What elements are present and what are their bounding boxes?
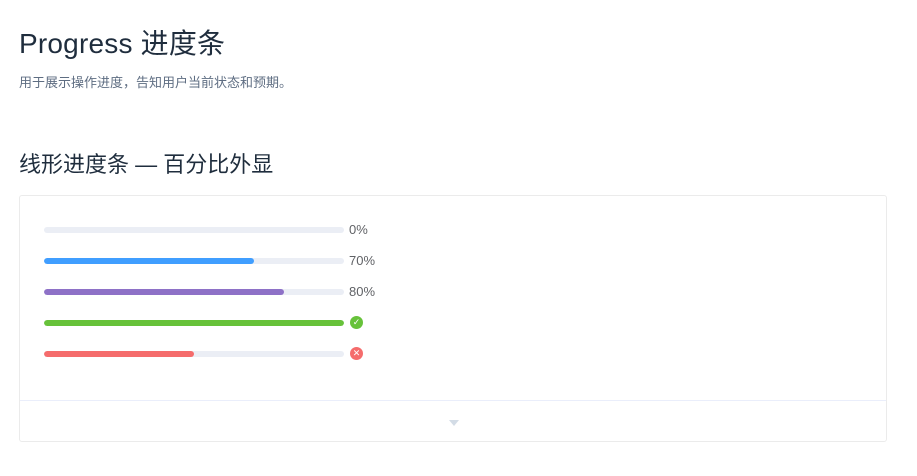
progress-bar-success: ✓ xyxy=(44,316,444,330)
progress-fill xyxy=(44,289,284,295)
demo-source: 0% 70% 80% ✓ ✕ xyxy=(20,196,886,400)
progress-fill xyxy=(44,320,344,326)
progress-track xyxy=(44,227,344,233)
check-circle-icon: ✓ xyxy=(350,316,363,329)
progress-track xyxy=(44,289,344,295)
section-title: 线形进度条 — 百分比外显 xyxy=(19,152,274,177)
progress-percent-label: 0% xyxy=(349,222,368,237)
progress-track xyxy=(44,351,344,357)
demo-expand-toggle[interactable] xyxy=(20,400,886,442)
demo-block: 0% 70% 80% ✓ ✕ xyxy=(19,195,887,442)
progress-track xyxy=(44,258,344,264)
progress-fill xyxy=(44,351,194,357)
progress-track xyxy=(44,320,344,326)
progress-percent-label: 70% xyxy=(349,253,376,268)
page-subtitle: 用于展示操作进度，告知用户当前状态和预期。 xyxy=(19,75,293,90)
progress-percent-label: 80% xyxy=(349,284,376,299)
progress-bar-exception: ✕ xyxy=(44,347,444,361)
progress-bar-0: 0% xyxy=(44,222,444,237)
page-title: Progress 进度条 xyxy=(19,28,226,59)
progress-fill xyxy=(44,258,254,264)
page: Progress 进度条 用于展示操作进度，告知用户当前状态和预期。 线形进度条… xyxy=(0,0,917,476)
caret-down-icon[interactable] xyxy=(449,420,459,426)
progress-bar-70: 70% xyxy=(44,253,444,268)
progress-bar-80: 80% xyxy=(44,284,444,299)
close-circle-icon: ✕ xyxy=(350,347,363,360)
